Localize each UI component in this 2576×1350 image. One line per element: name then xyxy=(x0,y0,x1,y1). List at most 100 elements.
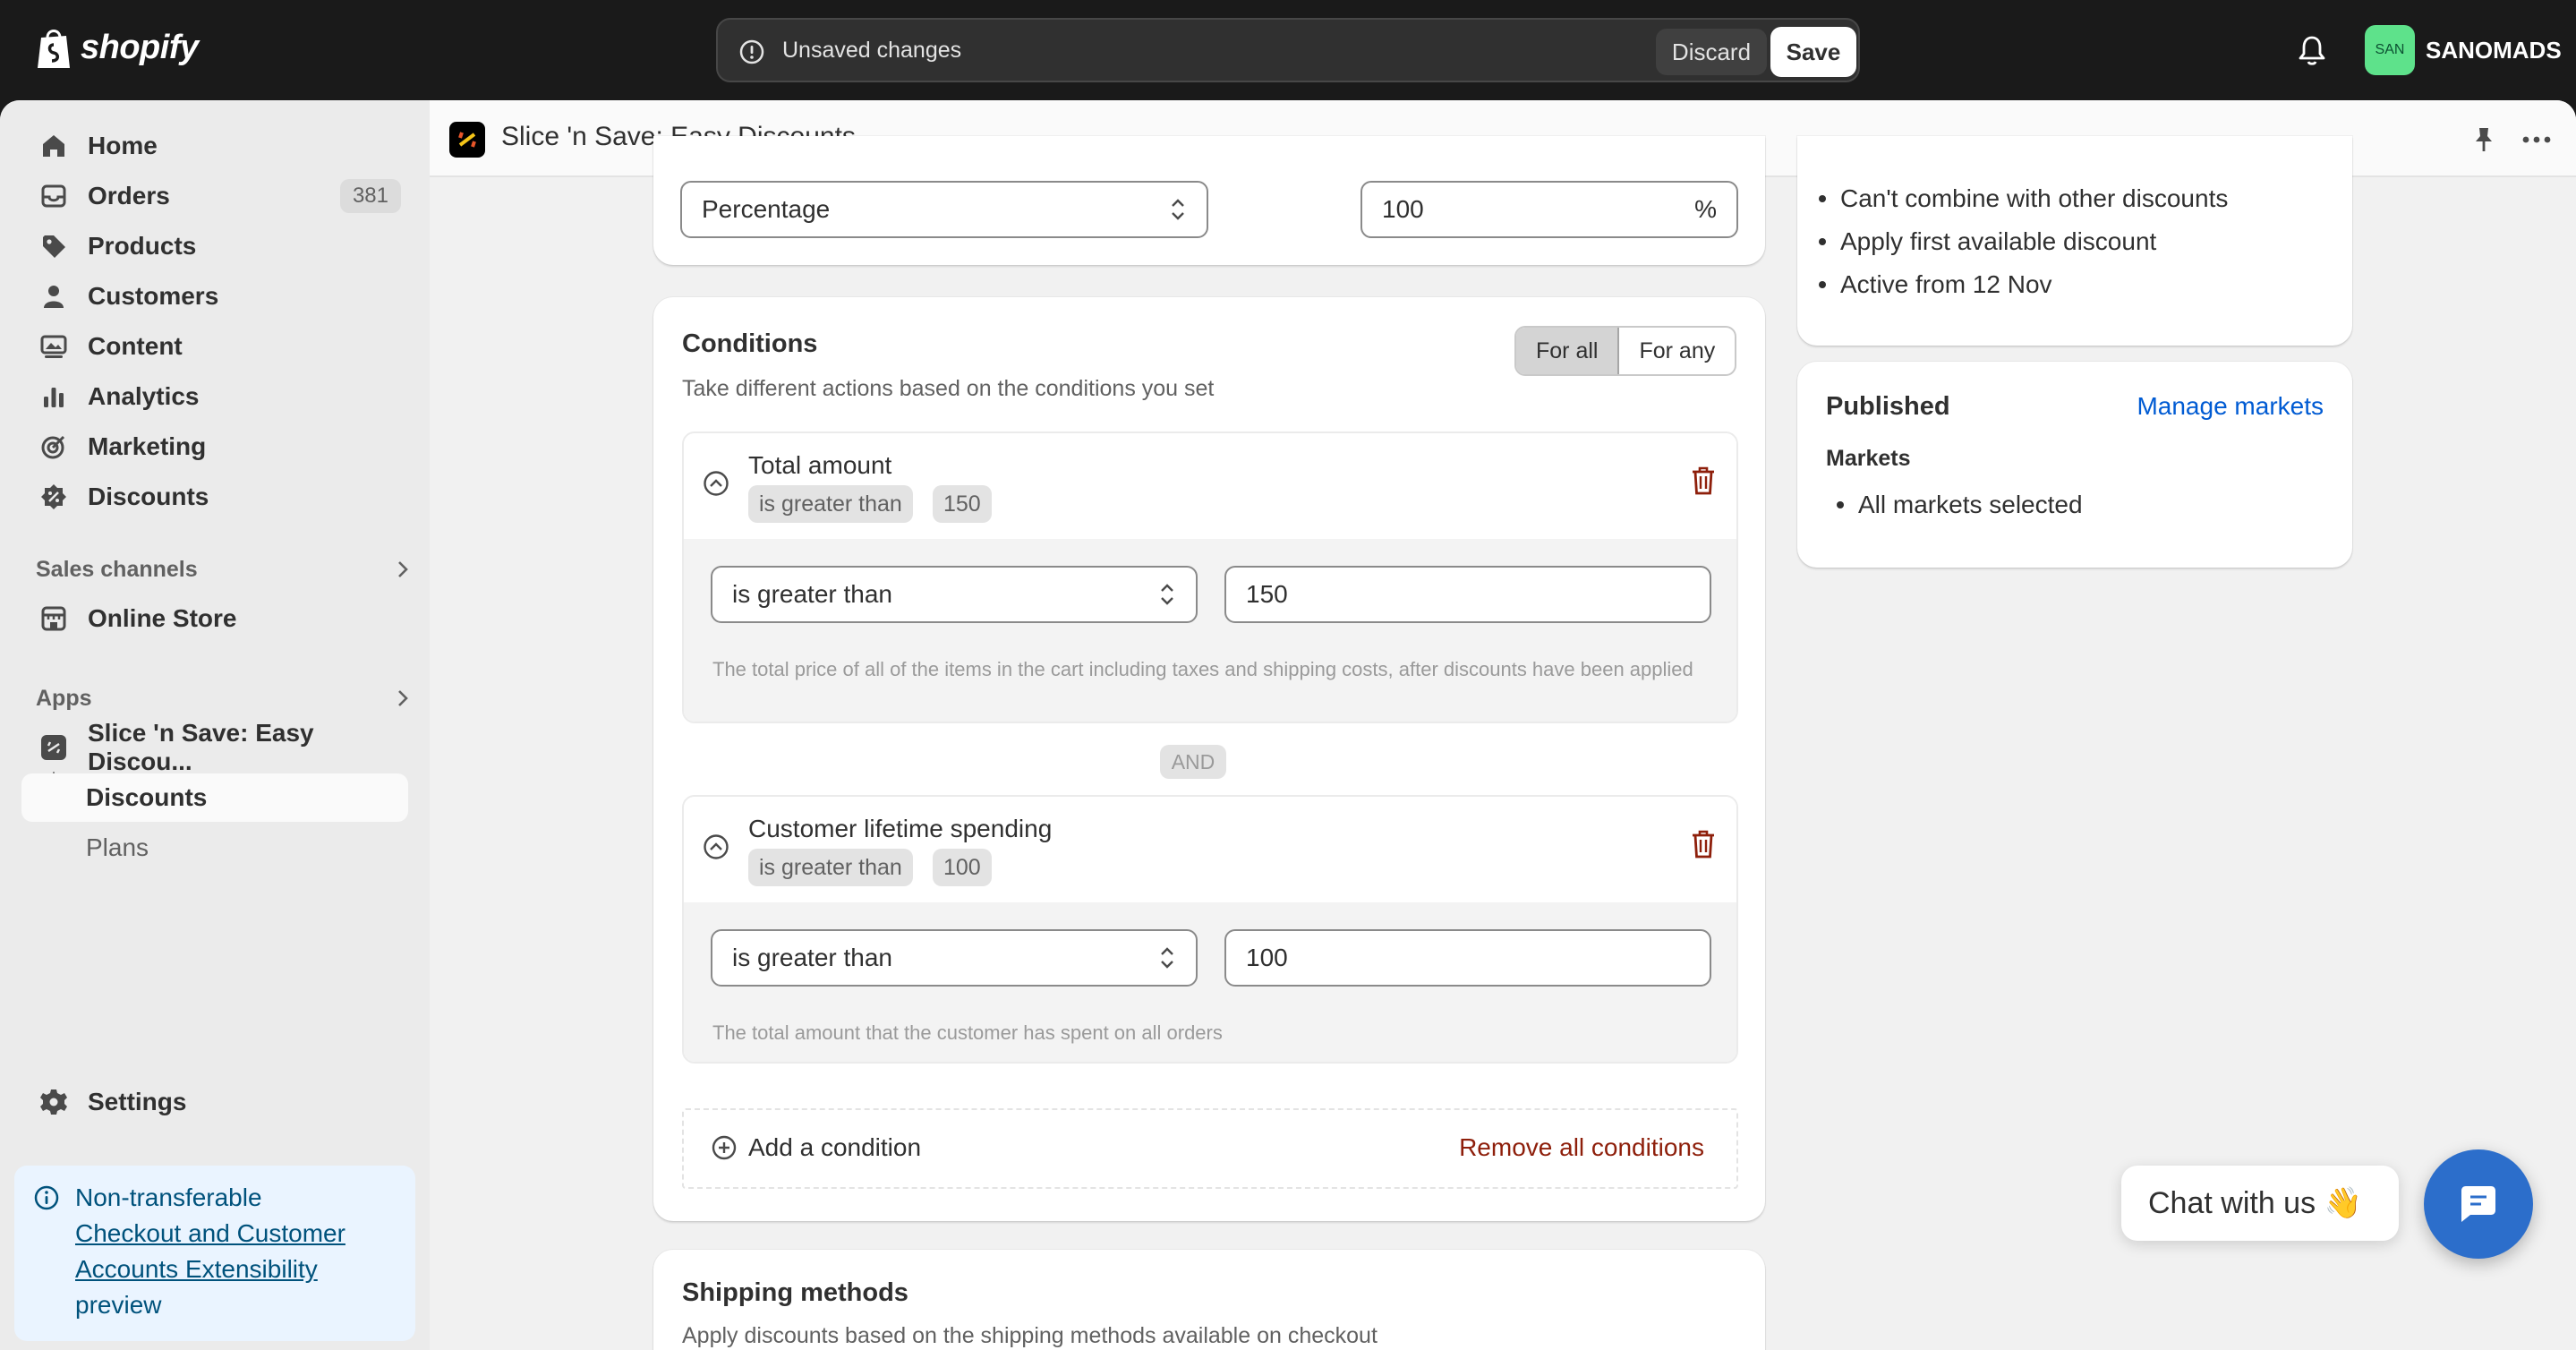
sidebar-item-online-store[interactable]: Online Store xyxy=(21,594,408,643)
store-icon xyxy=(41,606,66,631)
target-icon xyxy=(41,435,65,459)
condition-body: is greater than 150 The total price of a… xyxy=(684,539,1736,722)
condition-help-text: The total price of all of the items in t… xyxy=(712,658,1693,680)
trash-icon[interactable] xyxy=(1690,829,1717,859)
sidebar: Home Orders 381 Products Customers Conte… xyxy=(0,100,430,1350)
store-menu[interactable]: SAN SANOMADS xyxy=(2365,25,2562,75)
sidebar-item-app-discounts[interactable]: Discounts xyxy=(21,773,408,822)
sidebar-item-content[interactable]: Content xyxy=(21,322,408,371)
match-for-all-button[interactable]: For all xyxy=(1516,328,1620,374)
chat-launcher-button[interactable] xyxy=(2424,1149,2533,1259)
conditions-subtitle: Take different actions based on the cond… xyxy=(682,376,1215,401)
add-condition-label: Add a condition xyxy=(748,1133,922,1161)
unsaved-changes-label: Unsaved changes xyxy=(782,38,962,63)
sidebar-item-app-plans[interactable]: Plans xyxy=(21,824,408,872)
add-condition-row: Add a condition Remove all conditions xyxy=(682,1108,1738,1189)
condition-value-input[interactable]: 100 xyxy=(1224,929,1711,987)
discount-icon xyxy=(41,484,66,509)
and-separator: AND xyxy=(1160,745,1226,779)
save-button[interactable]: Save xyxy=(1770,27,1856,77)
app-logo-icon xyxy=(41,735,66,760)
sidebar-item-label: Orders xyxy=(88,182,170,209)
orders-icon xyxy=(41,184,66,208)
gear-icon xyxy=(40,1089,67,1115)
info-icon xyxy=(34,1185,59,1210)
percent-suffix: % xyxy=(1694,195,1717,223)
sidebar-item-label: Customers xyxy=(88,282,219,310)
sidebar-item-discounts[interactable]: Discounts xyxy=(21,473,408,521)
sidebar-item-label: Products xyxy=(88,232,197,260)
sidebar-item-label: Home xyxy=(88,132,158,159)
condition-operator-select[interactable]: is greater than xyxy=(711,566,1198,623)
sidebar-item-label: Analytics xyxy=(88,382,200,410)
sidebar-item-label: Discounts xyxy=(88,483,209,510)
discard-button[interactable]: Discard xyxy=(1656,29,1767,75)
plus-circle-icon xyxy=(712,1135,737,1160)
discount-type-select[interactable]: Percentage xyxy=(680,181,1208,238)
sidebar-item-orders[interactable]: Orders 381 xyxy=(21,172,408,220)
orders-count-badge: 381 xyxy=(339,179,401,213)
tag-icon xyxy=(43,235,65,258)
pin-icon[interactable] xyxy=(2470,125,2497,154)
discount-amount-input[interactable]: 100 % xyxy=(1361,181,1738,238)
condition-operator-pill: is greater than xyxy=(748,849,913,886)
markets-value: All markets selected xyxy=(1858,491,2083,518)
condition-operator-select[interactable]: is greater than xyxy=(711,929,1198,987)
chat-with-us-bubble[interactable]: Chat with us 👋 xyxy=(2121,1166,2399,1241)
collapse-chevron-icon[interactable] xyxy=(702,833,730,861)
chevron-updown-icon xyxy=(1172,199,1184,220)
sidebar-item-customers[interactable]: Customers xyxy=(21,272,408,320)
shipping-methods-subtitle: Apply discounts based on the shipping me… xyxy=(682,1323,1378,1348)
shopify-wordmark: shopify xyxy=(81,28,199,66)
notice-text-end: preview xyxy=(75,1291,162,1319)
collapse-chevron-icon[interactable] xyxy=(702,469,730,498)
top-bar: shopify Unsaved changes Discard Save SAN… xyxy=(0,0,2576,100)
chevron-right-icon xyxy=(398,561,408,577)
conditions-title: Conditions xyxy=(682,329,818,358)
condition-operator-value: is greater than xyxy=(732,580,892,608)
sales-channels-section[interactable]: Sales channels xyxy=(36,551,412,587)
manage-markets-link[interactable]: Manage markets xyxy=(2137,392,2324,421)
sidebar-item-marketing[interactable]: Marketing xyxy=(21,423,408,471)
more-options-icon[interactable] xyxy=(2521,125,2553,154)
trash-icon[interactable] xyxy=(1690,466,1717,496)
sidebar-item-label: Online Store xyxy=(88,604,237,632)
sidebar-item-home[interactable]: Home xyxy=(21,122,408,170)
match-for-any-button[interactable]: For any xyxy=(1619,328,1735,374)
condition-help-text: The total amount that the customer has s… xyxy=(712,1021,1223,1044)
condition-value-pill: 100 xyxy=(933,849,992,886)
condition-value-pill: 150 xyxy=(933,485,992,523)
condition-header: Total amount is greater than 150 xyxy=(684,433,1736,539)
extensibility-link[interactable]: Checkout and Customer Accounts Extensibi… xyxy=(75,1216,397,1287)
home-icon xyxy=(43,135,64,157)
app-shell: Home Orders 381 Products Customers Conte… xyxy=(0,100,2576,1350)
alert-circle-icon xyxy=(739,39,764,64)
summary-bullet-text: Active from 12 Nov xyxy=(1840,270,2052,298)
shipping-methods-card: Shipping methods Apply discounts based o… xyxy=(653,1250,1765,1350)
remove-all-conditions-button[interactable]: Remove all conditions xyxy=(1459,1133,1704,1162)
shopify-logo[interactable]: shopify xyxy=(36,25,199,70)
apps-section[interactable]: Apps xyxy=(36,680,412,716)
sidebar-item-label: Marketing xyxy=(88,432,207,460)
summary-bullet-text: Can't combine with other discounts xyxy=(1840,184,2229,212)
add-condition-button[interactable]: Add a condition xyxy=(711,1133,921,1162)
sidebar-item-analytics[interactable]: Analytics xyxy=(21,372,408,421)
bell-icon[interactable] xyxy=(2297,34,2327,66)
sidebar-item-settings[interactable]: Settings xyxy=(21,1078,408,1126)
content-icon xyxy=(40,335,67,358)
published-title: Published xyxy=(1826,392,1950,421)
discount-amount-value: 100 xyxy=(1382,195,1424,223)
condition-title: Total amount xyxy=(748,451,892,479)
condition-value-input[interactable]: 150 xyxy=(1224,566,1711,623)
summary-bullet: Active from 12 Nov xyxy=(1819,270,2052,299)
sidebar-item-products[interactable]: Products xyxy=(21,222,408,270)
condition-body: is greater than 100 The total amount tha… xyxy=(684,902,1736,1062)
person-icon xyxy=(44,286,64,308)
summary-bullet: Apply first available discount xyxy=(1819,227,2156,256)
markets-bullet: All markets selected xyxy=(1837,491,2083,519)
conditions-card: Conditions Take different actions based … xyxy=(653,297,1765,1221)
app-logo-icon xyxy=(449,122,485,158)
sidebar-item-label: Slice 'n Save: Easy Discou... xyxy=(88,719,314,775)
sidebar-item-app[interactable]: Slice 'n Save: Easy Discou... xyxy=(21,719,408,775)
condition-title: Customer lifetime spending xyxy=(748,815,1053,842)
